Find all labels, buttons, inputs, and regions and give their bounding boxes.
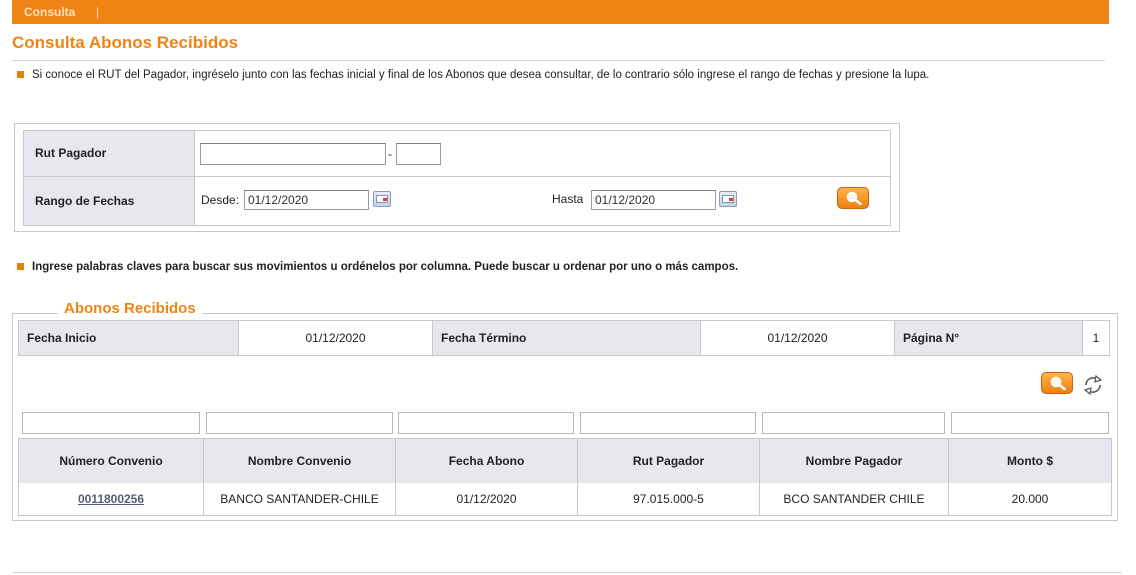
refresh-icon[interactable] <box>1081 374 1105 396</box>
column-header-rut-pagador[interactable]: Rut Pagador <box>578 439 759 483</box>
footer-divider <box>12 572 1122 573</box>
title-divider <box>12 60 1105 61</box>
results-legend: Abonos Recibidos <box>58 300 202 317</box>
fecha-termino-label: Fecha Término <box>433 321 700 355</box>
breadcrumb-consulta[interactable]: Consulta <box>24 5 75 19</box>
cell-fecha-abono: 01/12/2020 <box>456 492 517 506</box>
info-text: Si conoce el RUT del Pagador, ingréselo … <box>32 69 930 81</box>
filter-search-button[interactable] <box>1041 372 1073 394</box>
filter-fecha-abono[interactable] <box>398 412 574 434</box>
cell-nombre-convenio: BANCO SANTANDER-CHILE <box>220 492 379 506</box>
bullet-icon <box>17 71 24 78</box>
cell-numero-convenio: 0011800256 <box>19 483 203 515</box>
desde-calendar-icon[interactable] <box>373 191 391 207</box>
cell-nombre-pagador: BCO SANTANDER CHILE <box>783 492 925 506</box>
fecha-inicio-label: Fecha Inicio <box>19 321 238 355</box>
rut-dash: - <box>388 147 392 161</box>
filter-nombre-convenio[interactable] <box>206 412 393 434</box>
search-icon <box>846 191 862 206</box>
filter-rut-pagador[interactable] <box>580 412 756 434</box>
hasta-date-input[interactable] <box>591 190 716 210</box>
table-row: 0011800256 BANCO SANTANDER-CHILE 01/12/2… <box>18 483 1112 516</box>
search-form: Rut Pagador Rango de Fechas - Desde: Has… <box>14 123 900 232</box>
filter-monto[interactable] <box>951 412 1109 434</box>
page-title: Consulta Abonos Recibidos <box>12 33 239 52</box>
breadcrumb-separator: | <box>96 5 100 19</box>
cell-monto: 20.000 <box>1011 492 1049 506</box>
bullet-icon <box>17 263 24 270</box>
column-header-numero-convenio[interactable]: Número Convenio <box>19 439 203 483</box>
column-header-nombre-convenio[interactable]: Nombre Convenio <box>204 439 395 483</box>
results-summary-row: Fecha Inicio 01/12/2020 Fecha Término 01… <box>18 320 1110 356</box>
hasta-label: Hasta <box>552 192 584 206</box>
cell-rut-pagador: 97.015.000-5 <box>633 492 704 506</box>
search-icon <box>1050 376 1066 391</box>
fecha-inicio-value: 01/12/2020 <box>239 321 432 355</box>
fecha-termino-value: 01/12/2020 <box>701 321 894 355</box>
keywords-text: Ingrese palabras claves para buscar sus … <box>32 261 739 273</box>
numero-convenio-link[interactable]: 0011800256 <box>78 492 144 506</box>
column-header-monto[interactable]: Monto $ <box>949 439 1111 483</box>
column-header-fecha-abono[interactable]: Fecha Abono <box>396 439 577 483</box>
filter-numero-convenio[interactable] <box>22 412 200 434</box>
top-nav-bar: Consulta | <box>12 0 1109 24</box>
results-table-header: Número Convenio Nombre Convenio Fecha Ab… <box>18 438 1112 484</box>
desde-label: Desde: <box>201 193 240 207</box>
pagina-label: Página N° <box>895 321 1082 355</box>
rango-fechas-label: Rango de Fechas <box>24 177 194 225</box>
desde-date-input[interactable] <box>244 190 369 210</box>
filter-nombre-pagador[interactable] <box>762 412 945 434</box>
search-button[interactable] <box>837 187 869 209</box>
rut-input[interactable] <box>200 143 386 165</box>
search-form-table: Rut Pagador Rango de Fechas - Desde: Has… <box>23 130 891 226</box>
rut-pagador-label: Rut Pagador <box>24 131 194 176</box>
column-header-nombre-pagador[interactable]: Nombre Pagador <box>760 439 948 483</box>
hasta-calendar-icon[interactable] <box>719 191 737 207</box>
form-column-divider <box>194 131 195 225</box>
pagina-value: 1 <box>1083 321 1109 355</box>
rut-dv-input[interactable] <box>396 143 441 165</box>
